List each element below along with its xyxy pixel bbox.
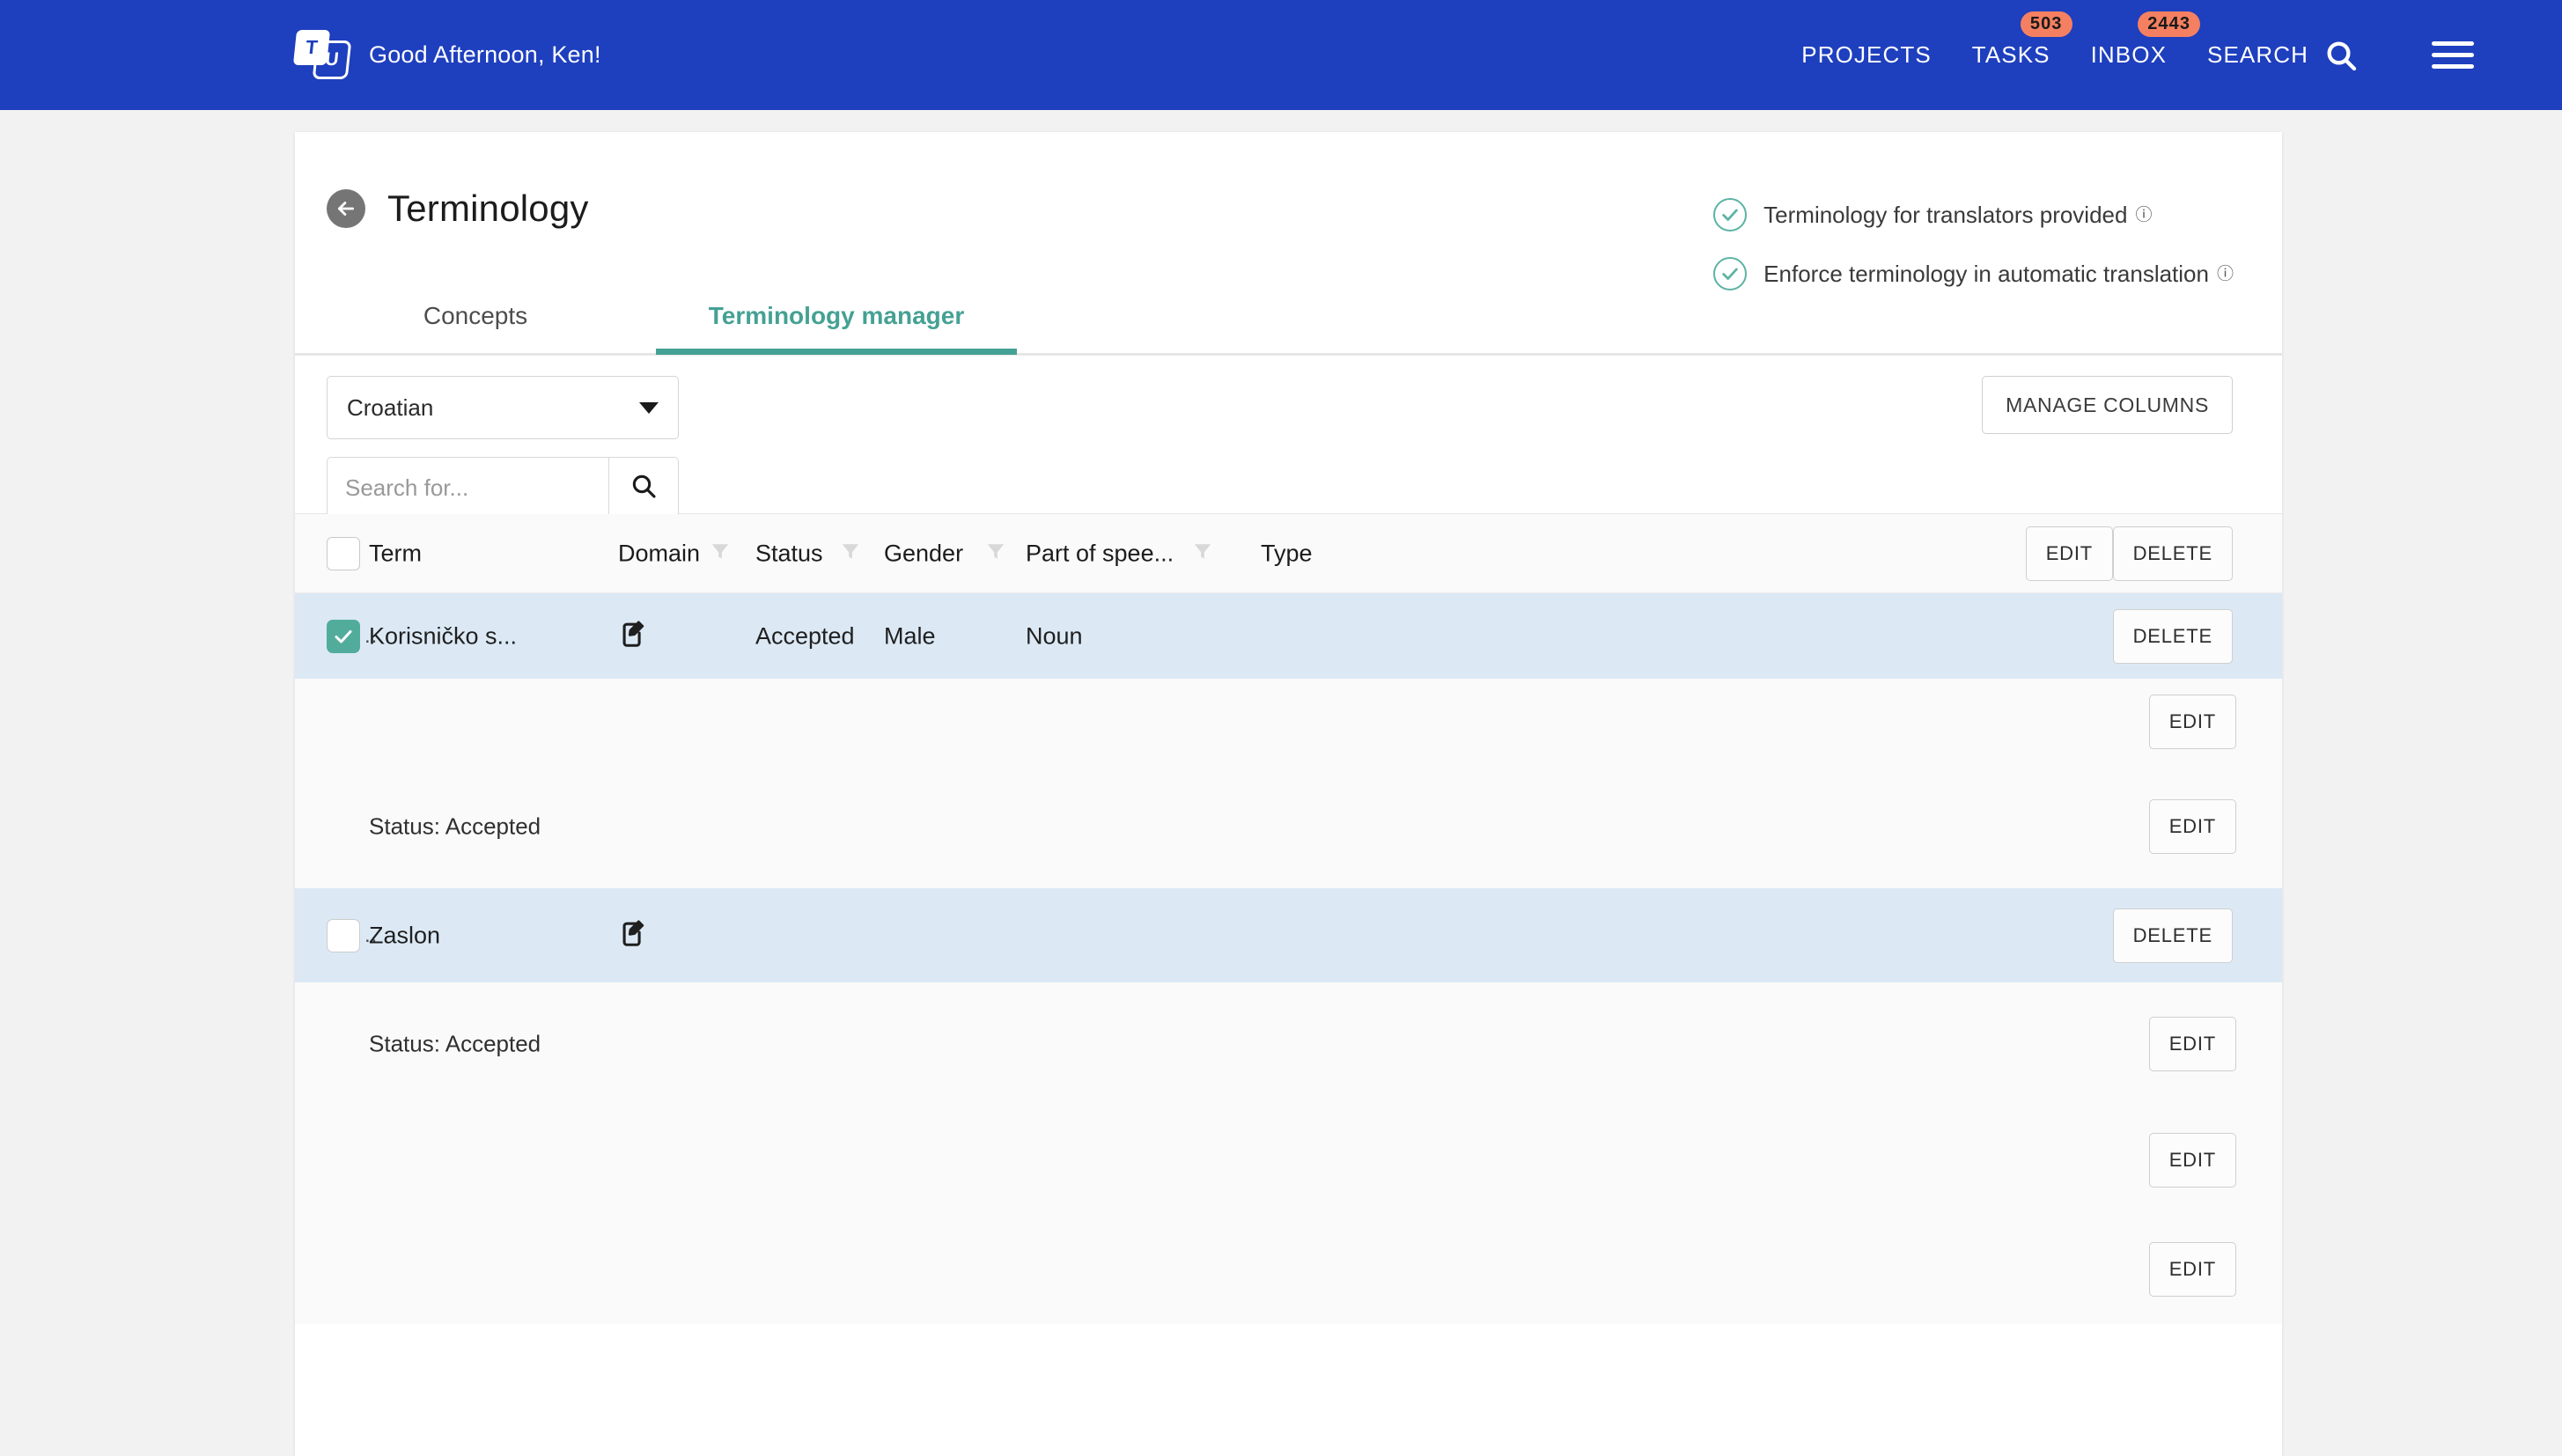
language-select[interactable]: Croatian xyxy=(327,376,679,439)
filter-bar: Croatian MANAGE COLUMNS xyxy=(295,355,2282,518)
subrow-edit-button-wrap: EDIT xyxy=(2148,799,2236,854)
subrow-edit-button-wrap: EDIT xyxy=(2148,1017,2236,1071)
check-circle-icon xyxy=(1713,257,1748,290)
top-navigation-bar: T U Good Afternoon, Ken! PROJECTS TASKS … xyxy=(0,0,2562,110)
column-header-term[interactable]: Term xyxy=(369,540,422,567)
nav-inbox[interactable]: INBOX 2443 xyxy=(2090,11,2201,69)
global-search[interactable]: SEARCH xyxy=(2207,35,2361,76)
search-icon[interactable] xyxy=(2321,35,2361,76)
tab-concepts-label: Concepts xyxy=(423,302,528,329)
column-header-domain[interactable]: Domain xyxy=(618,540,700,567)
column-header-type[interactable]: Type xyxy=(1261,540,1313,567)
table-row[interactable]: .. Korisničko s... Accepted Male Noun DE… xyxy=(295,593,2282,679)
terminology-table: Term Domain Status Gender Part of spee..… xyxy=(295,513,2282,1324)
row-delete-button-wrap: DELETE xyxy=(2112,908,2233,963)
cell-status: Accepted xyxy=(755,622,855,649)
nav-projects-label: PROJECTS xyxy=(1801,41,1932,68)
row-checkbox-checked[interactable] xyxy=(327,619,360,653)
table-header-row: Term Domain Status Gender Part of spee..… xyxy=(295,514,2282,593)
subrow-edit-button-wrap: EDIT xyxy=(2148,1242,2236,1297)
help-icon[interactable]: ⓘ xyxy=(2135,207,2152,224)
subrow-edit-button[interactable]: EDIT xyxy=(2148,1133,2236,1188)
row-delete-button-wrap: DELETE xyxy=(2112,608,2233,664)
header-delete-button[interactable]: DELETE xyxy=(2112,526,2233,581)
header-edit-button-wrap: EDIT xyxy=(2025,526,2113,581)
row-delete-button[interactable]: DELETE xyxy=(2112,908,2233,963)
tasks-badge: 503 xyxy=(2020,11,2072,37)
header-edit-button[interactable]: EDIT xyxy=(2025,526,2113,581)
column-header-status[interactable]: Status xyxy=(755,540,823,567)
cell-gender: Male xyxy=(884,622,936,649)
terminology-status-list: Terminology for translators provided ⓘ E… xyxy=(1713,198,2234,316)
nav-inbox-label: INBOX xyxy=(2090,41,2168,68)
nav-tasks[interactable]: TASKS 503 xyxy=(1971,11,2072,69)
terminology-card: Terminology Terminology for translators … xyxy=(295,132,2282,1456)
search-group xyxy=(327,457,679,518)
filter-icon-gender[interactable] xyxy=(986,540,1005,566)
header-delete-button-wrap: DELETE xyxy=(2112,526,2233,581)
status-item-enforce-terminology: Enforce terminology in automatic transla… xyxy=(1713,257,2234,290)
cell-term: Zaslon xyxy=(369,922,441,948)
cell-part-of-speech: Noun xyxy=(1026,622,1083,649)
search-input[interactable] xyxy=(327,457,608,518)
table-row[interactable]: .. Zaslon DELETE xyxy=(295,888,2282,982)
search-label: SEARCH xyxy=(2207,41,2308,68)
subrow-status-text: Status: Accepted xyxy=(369,1030,541,1057)
hamburger-menu-icon[interactable] xyxy=(2432,34,2474,76)
status-item-label: Terminology for translators provided xyxy=(1763,201,2128,228)
select-all-checkbox[interactable] xyxy=(327,536,360,570)
row-delete-button[interactable]: DELETE xyxy=(2112,608,2233,664)
subrow-edit-button[interactable]: EDIT xyxy=(2148,1017,2236,1071)
cell-term: Korisničko s... xyxy=(369,622,518,649)
subrow-edit-button[interactable]: EDIT xyxy=(2148,799,2236,854)
filter-icon-part-of-speech[interactable] xyxy=(1193,540,1212,566)
back-arrow-icon[interactable] xyxy=(327,189,365,228)
help-icon[interactable]: ⓘ xyxy=(2217,266,2234,283)
tab-bar: Concepts Terminology manager xyxy=(295,302,1017,355)
page-title: Terminology xyxy=(387,188,589,229)
subrow-edit-button[interactable]: EDIT xyxy=(2148,1242,2236,1297)
column-header-part-of-speech[interactable]: Part of spee... xyxy=(1026,540,1174,567)
language-select-value: Croatian xyxy=(347,393,434,421)
greeting-text: Good Afternoon, Ken! xyxy=(369,41,601,68)
edit-note-icon[interactable] xyxy=(618,618,648,654)
nav-tasks-label: TASKS xyxy=(1971,41,2050,68)
subrow-edit-button-wrap: EDIT xyxy=(2148,695,2236,749)
row-checkbox-unchecked[interactable] xyxy=(327,918,360,952)
table-subrow[interactable]: Status: Accepted EDIT xyxy=(295,765,2282,888)
top-nav-links: PROJECTS TASKS 503 INBOX 2443 SEARCH xyxy=(1761,11,2474,76)
tab-terminology-manager[interactable]: Terminology manager xyxy=(656,302,1017,355)
inbox-badge: 2443 xyxy=(2138,11,2201,37)
card-header: Terminology Terminology for translators … xyxy=(295,132,2282,355)
check-circle-icon xyxy=(1713,198,1748,232)
subrow-edit-button-wrap: EDIT xyxy=(2148,1133,2236,1188)
subrow-status-text: Status: Accepted xyxy=(369,813,541,840)
tab-terminology-manager-label: Terminology manager xyxy=(708,302,965,329)
status-item-terminology-provided: Terminology for translators provided ⓘ xyxy=(1713,198,2234,232)
nav-projects[interactable]: PROJECTS xyxy=(1801,41,1931,69)
search-submit-button[interactable] xyxy=(608,457,679,518)
table-subrow[interactable]: Status: Accepted EDIT xyxy=(295,982,2282,1106)
column-header-gender[interactable]: Gender xyxy=(884,540,963,567)
app-logo[interactable]: T U xyxy=(292,28,352,83)
table-subrow[interactable]: EDIT xyxy=(295,1215,2282,1324)
subrow-edit-button[interactable]: EDIT xyxy=(2148,695,2236,749)
manage-columns-button[interactable]: MANAGE COLUMNS xyxy=(1982,376,2233,434)
tab-concepts[interactable]: Concepts xyxy=(295,302,656,355)
logo-letter-t: T xyxy=(292,29,331,65)
filter-icon-domain[interactable] xyxy=(710,540,730,566)
search-icon xyxy=(629,472,658,504)
chevron-down-icon xyxy=(639,401,659,414)
table-subrow[interactable]: EDIT xyxy=(295,679,2282,765)
table-subrow[interactable]: EDIT xyxy=(295,1106,2282,1215)
brand-area: T U Good Afternoon, Ken! xyxy=(292,28,601,83)
status-item-label: Enforce terminology in automatic transla… xyxy=(1763,260,2209,287)
edit-note-icon[interactable] xyxy=(618,917,648,953)
filter-icon-status[interactable] xyxy=(841,540,860,566)
